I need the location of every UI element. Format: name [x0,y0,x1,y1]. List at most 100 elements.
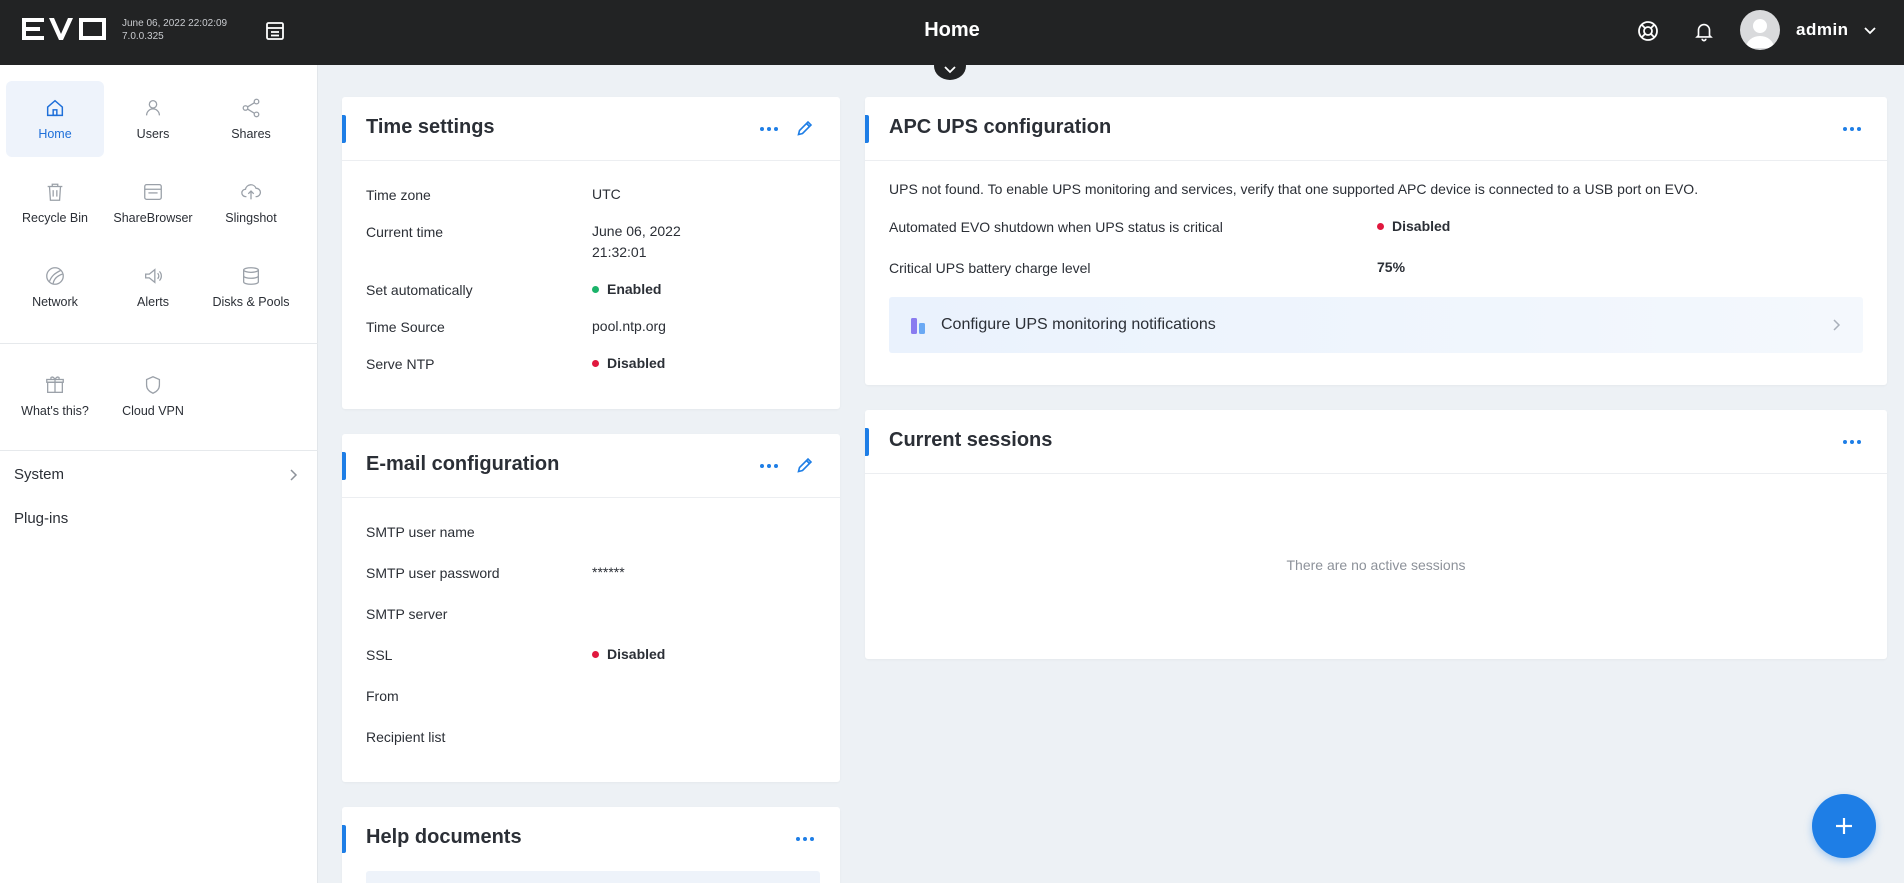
current-sessions-card: Current sessions There are no active ses… [865,410,1887,659]
evo-logo[interactable] [22,18,106,40]
sidebar-item-sharebrowser[interactable]: ShareBrowser [104,165,202,241]
card-header: Current sessions [865,410,1887,474]
card-title: Current sessions [889,429,1053,451]
home-icon [42,95,68,121]
help-document-item[interactable] [366,871,820,883]
serve-ntp-value: Disabled [592,353,665,374]
sidebar-divider [0,450,318,451]
card-title: Time settings [366,116,495,138]
add-button[interactable] [1812,794,1876,858]
more-icon[interactable] [1841,119,1863,139]
set-automatically-value: Enabled [592,279,661,300]
card-header: Time settings [342,97,840,161]
edit-icon[interactable] [794,117,816,139]
sidebar-item-label: ShareBrowser [113,211,193,225]
sidebar-item-alerts[interactable]: Alerts [104,249,202,325]
current-time-clock: 21:32:01 [592,244,647,260]
chevron-right-icon[interactable] [286,468,300,482]
configure-ups-notifications-label: Configure UPS monitoring notifications [941,316,1216,333]
current-time-label: Current time [366,224,444,240]
shield-icon [140,372,166,398]
more-icon[interactable] [758,119,780,139]
smtp-password-label: SMTP user password [366,565,500,581]
time-zone-label: Time zone [366,187,431,203]
ups-charge-level-value: 75% [1377,259,1406,275]
chevron-right-icon [1833,319,1841,331]
share-icon [238,95,264,121]
sidebar-item-users[interactable]: Users [104,81,202,157]
sidebar: Home Users Shares Recycle Bin ShareBrows… [0,65,318,883]
username[interactable]: admin [1796,20,1849,40]
avatar[interactable] [1740,10,1780,50]
ups-status-message: UPS not found. To enable UPS monitoring … [889,181,1699,197]
sidebar-item-cloud-vpn[interactable]: Cloud VPN [104,358,202,434]
build-version: 7.0.0.325 [122,31,164,42]
sidebar-item-network[interactable]: Network [6,249,104,325]
time-source-label: Time Source [366,319,445,335]
card-title: Help documents [366,826,522,848]
current-time-value: June 06, 2022 21:32:01 [592,221,681,263]
email-config-card: E-mail configuration SMTP user name SMTP… [342,434,840,782]
ups-config-card: APC UPS configuration UPS not found. To … [865,97,1887,385]
plus-icon [1836,818,1852,834]
time-source-value: pool.ntp.org [592,318,666,334]
sidebar-divider [0,343,318,344]
collapse-header-button[interactable] [934,52,966,80]
more-icon[interactable] [758,456,780,476]
configure-ups-notifications-link[interactable]: Configure UPS monitoring notifications [889,297,1863,353]
status-text: Disabled [607,646,666,662]
ssl-value: Disabled [592,644,665,665]
sidebar-plugins[interactable]: Plug-ins [14,510,68,527]
chevron-down-icon[interactable] [1862,22,1878,38]
card-header: APC UPS configuration [865,97,1887,161]
user-icon [140,95,166,121]
layout-icon[interactable] [262,18,288,44]
ups-shutdown-value: Disabled [1377,216,1450,237]
status-text: Disabled [607,355,666,371]
sidebar-item-label: Home [38,127,72,141]
sidebar-item-slingshot[interactable]: Slingshot [202,165,300,241]
sidebar-item-shares[interactable]: Shares [202,81,300,157]
serve-ntp-label: Serve NTP [366,356,435,372]
sidebar-item-label: What's this? [21,404,89,418]
build-info: June 06, 2022 22:02:09 7.0.0.325 [122,17,227,43]
edit-icon[interactable] [794,454,816,476]
sidebar-item-label: Slingshot [225,211,277,225]
sidebar-item-whats-this[interactable]: What's this? [6,358,104,434]
smtp-server-label: SMTP server [366,606,448,622]
card-title: APC UPS configuration [889,116,1112,138]
ssl-label: SSL [366,647,393,663]
sidebar-item-home[interactable]: Home [6,81,104,157]
sidebar-system[interactable]: System [14,466,64,483]
recipient-list-label: Recipient list [366,729,446,745]
ups-shutdown-label: Automated EVO shutdown when UPS status i… [889,219,1223,235]
sidebar-item-label: Alerts [137,295,169,309]
current-time-date: June 06, 2022 [592,223,681,239]
build-date: June 06, 2022 22:02:09 [122,18,228,29]
network-icon [42,263,68,289]
time-zone-value: UTC [592,186,621,202]
cloud-upload-icon [238,179,264,205]
ups-charge-level-label: Critical UPS battery charge level [889,260,1091,276]
card-title: E-mail configuration [366,453,560,475]
status-text: Enabled [607,281,662,297]
sidebar-item-label: Network [32,295,78,309]
sidebar-item-label: Shares [231,127,271,141]
sidebar-item-disks-pools[interactable]: Disks & Pools [202,249,300,325]
more-icon[interactable] [1841,432,1863,452]
notifications-icon [911,318,925,334]
trash-icon [42,179,68,205]
sidebar-item-recycle-bin[interactable]: Recycle Bin [6,165,104,241]
status-dot [1377,222,1384,230]
megaphone-icon [140,263,166,289]
more-icon[interactable] [794,829,816,849]
empty-state-text: There are no active sessions [1286,557,1466,573]
bell-icon[interactable] [1690,17,1718,45]
status-dot [592,650,599,658]
card-header: Help documents [342,807,840,871]
support-icon[interactable] [1634,17,1662,45]
sidebar-item-label: Cloud VPN [122,404,184,418]
help-documents-card: Help documents [342,807,840,883]
smtp-user-name-label: SMTP user name [366,524,475,540]
gift-icon [42,372,68,398]
